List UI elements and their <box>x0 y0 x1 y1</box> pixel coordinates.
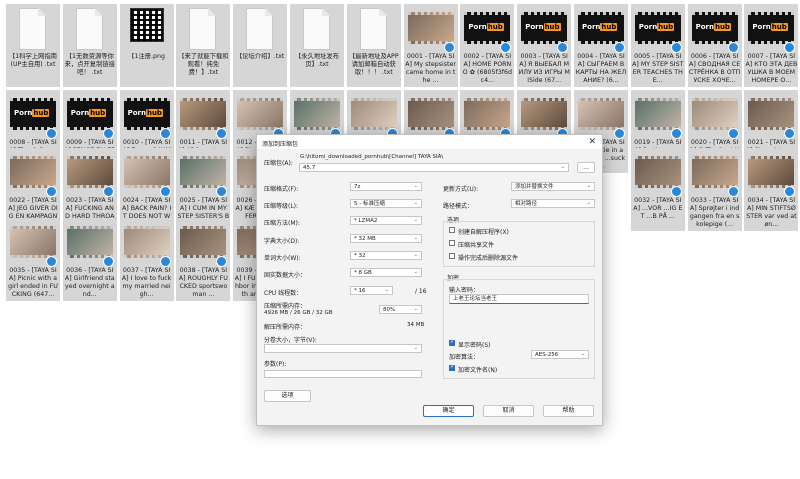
update-value: 添加并替换文件 <box>515 184 554 190</box>
sfx-label: 创建自解压程序(X) <box>458 229 509 236</box>
encryption-method-label: 加密算法： <box>449 354 480 361</box>
shared-label: 压缩共享文件 <box>458 242 495 249</box>
help-button[interactable]: 帮助 <box>543 405 594 417</box>
word-select[interactable]: * 32 ⌄ <box>350 251 422 260</box>
method-select[interactable]: * LZMA2 ⌄ <box>350 216 422 225</box>
ok-button[interactable]: 确定 <box>423 405 474 417</box>
cpu-select[interactable]: * 16 ⌄ <box>350 286 393 295</box>
dict-value: * 32 MB <box>354 236 376 242</box>
mem-percent-select[interactable]: 80% ⌄ <box>379 305 422 314</box>
chevron-down-icon: ⌄ <box>413 217 418 223</box>
word-value: * 32 <box>354 253 366 259</box>
cpu-value: * 16 <box>354 288 366 294</box>
options-button[interactable]: 选项 <box>264 390 311 402</box>
encrypt-names-label: 加密文件名(N) <box>458 367 498 374</box>
pathmode-label: 路径模式： <box>443 203 474 210</box>
password-label: 输入密码： <box>449 287 480 294</box>
chevron-down-icon: ⌄ <box>586 200 591 206</box>
archive-label: 压缩包(A): <box>264 160 293 167</box>
chevron-down-icon: ⌄ <box>560 164 565 170</box>
encrypt-names-checkbox[interactable] <box>449 363 455 371</box>
method-value: * LZMA2 <box>354 218 378 224</box>
show-password-checkbox[interactable] <box>449 338 455 346</box>
add-to-archive-dialog: 添加到压缩包 ✕ 压缩包(A): G:\hitomi_downloaded_po… <box>256 134 603 426</box>
password-input[interactable]: 上老王论坛当老王 <box>449 294 589 304</box>
chevron-down-icon: ⌄ <box>586 183 591 189</box>
dialog-overlay: 添加到压缩包 ✕ 压缩包(A): G:\hitomi_downloaded_po… <box>0 0 800 479</box>
archive-path: G:\hitomi_downloaded_pornhub\[Channel] T… <box>300 154 444 160</box>
decomp-label: 解压所需内存： <box>264 324 307 331</box>
mem-percent-value: 80% <box>383 307 396 313</box>
chevron-down-icon: ⌄ <box>413 345 418 351</box>
chevron-down-icon: ⌄ <box>413 235 418 241</box>
level-label: 压缩等级(L): <box>264 203 299 210</box>
level-select[interactable]: 5 - 标准压缩 ⌄ <box>350 199 422 208</box>
cancel-button[interactable]: 取消 <box>483 405 534 417</box>
word-label: 单词大小(W): <box>264 255 301 262</box>
params-input[interactable] <box>264 370 422 378</box>
method-label: 压缩方法(M): <box>264 220 300 227</box>
update-select[interactable]: 添加并替换文件 ⌄ <box>511 182 595 191</box>
chevron-down-icon: ⌄ <box>384 287 389 293</box>
format-select[interactable]: 7z ⌄ <box>350 182 422 191</box>
update-label: 更新方式(U): <box>443 186 479 193</box>
encryption-method-value: AES-256 <box>535 352 559 358</box>
shared-checkbox[interactable] <box>449 240 455 246</box>
dialog-title: 添加到压缩包 <box>262 141 299 148</box>
chevron-down-icon: ⌄ <box>413 183 418 189</box>
show-password-label: 显示密码(S) <box>458 342 491 349</box>
chevron-down-icon: ⌄ <box>413 200 418 206</box>
pathmode-value: 相对路径 <box>515 201 538 207</box>
format-label: 压缩格式(F): <box>264 186 299 193</box>
level-value: 5 - 标准压缩 <box>354 201 385 207</box>
close-icon[interactable]: ✕ <box>588 137 596 147</box>
archive-name-combo[interactable]: 45.7 ⌄ <box>299 163 569 172</box>
pathmode-select[interactable]: 相对路径 ⌄ <box>511 199 595 208</box>
solid-value: * 8 GB <box>354 270 372 276</box>
dict-select[interactable]: * 32 MB ⌄ <box>350 234 422 243</box>
sfx-checkbox[interactable] <box>449 227 455 233</box>
archive-name-value: 45.7 <box>303 165 316 171</box>
cpu-total: / 16 <box>415 288 427 295</box>
params-label: 参数(P): <box>264 361 287 368</box>
delete-source-checkbox[interactable] <box>449 253 455 259</box>
cpu-label: CPU 线程数： <box>264 290 303 297</box>
browse-button[interactable]: ... <box>577 162 595 173</box>
mem-value: 4926 MB / 26 GB / 32 GB <box>264 310 333 316</box>
chevron-down-icon: ⌄ <box>413 269 418 275</box>
chevron-down-icon: ⌄ <box>413 252 418 258</box>
format-value: 7z <box>354 184 361 190</box>
solid-label: 固实数据大小： <box>264 272 307 279</box>
mem-label: 压缩所需内存： <box>264 303 307 310</box>
encryption-method-select[interactable]: AES-256 ⌄ <box>531 350 589 359</box>
decomp-value: 34 MB <box>407 322 425 328</box>
dialog-title-bar[interactable]: 添加到压缩包 ✕ <box>257 135 602 149</box>
chevron-down-icon: ⌄ <box>580 351 585 357</box>
solid-select[interactable]: * 8 GB ⌄ <box>350 268 422 277</box>
dict-label: 字典大小(D): <box>264 238 300 245</box>
chevron-down-icon: ⌄ <box>413 306 418 312</box>
split-select[interactable]: ⌄ <box>264 344 422 353</box>
delete-source-label: 操作完成后删除源文件 <box>458 255 519 262</box>
split-label: 分卷大小，字节(V): <box>264 337 317 344</box>
